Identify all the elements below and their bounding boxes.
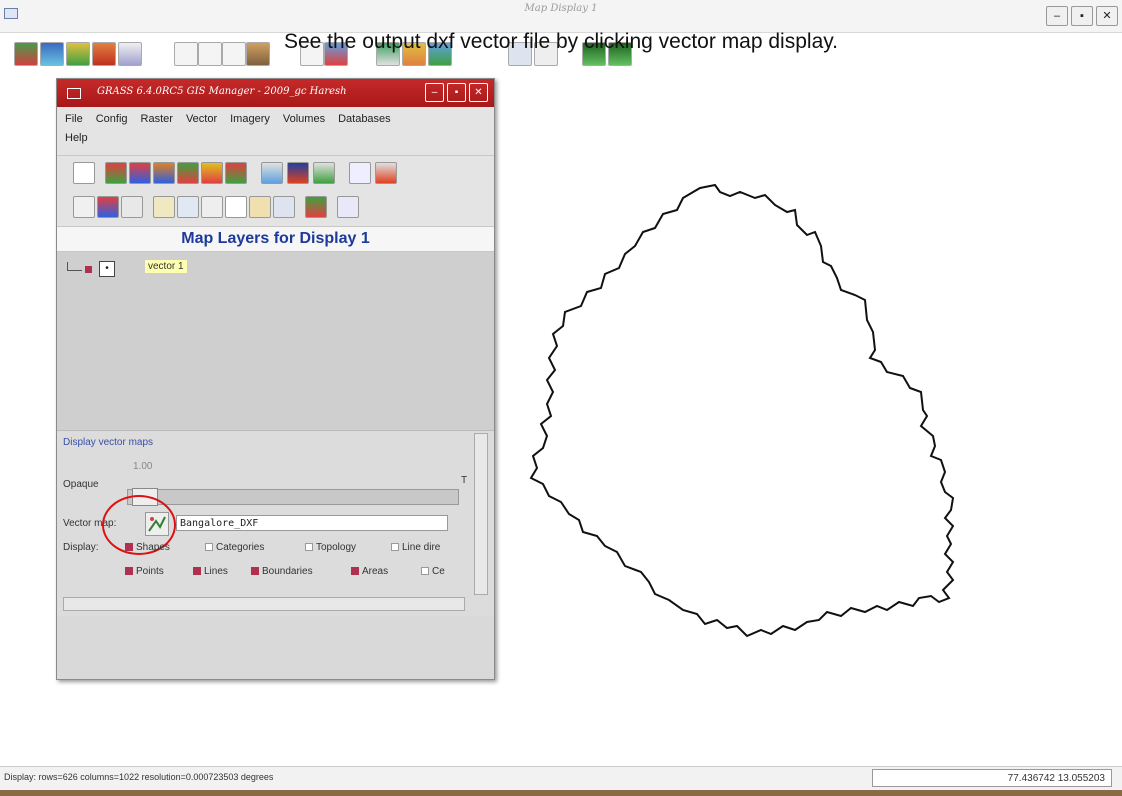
checkbox-shapes[interactable] (125, 543, 133, 552)
gm-close-button[interactable]: ✕ (469, 83, 488, 102)
map-layers-heading: Map Layers for Display 1 (57, 226, 494, 252)
checkbox-boundaries[interactable] (251, 567, 259, 576)
menu-raster[interactable]: Raster (141, 113, 173, 125)
add-histogram-icon[interactable] (153, 162, 175, 184)
open-folder-icon[interactable] (249, 196, 271, 218)
cut-icon[interactable] (201, 196, 223, 218)
line-dir-label: Line dire (402, 542, 441, 553)
copy-icon[interactable] (177, 196, 199, 218)
status-text: Display: rows=626 columns=1022 resolutio… (4, 772, 274, 782)
display-option-categories[interactable]: Categories (205, 542, 264, 553)
checkbox-line-dir[interactable] (391, 543, 399, 552)
gm-maximize-button[interactable]: ▪ (447, 83, 466, 102)
menu-volumes[interactable]: Volumes (283, 113, 325, 125)
opacity-slider[interactable] (127, 488, 459, 506)
layer-visibility-checkbox[interactable] (85, 266, 92, 273)
add-text-icon[interactable] (375, 162, 397, 184)
layer-item-vector-1[interactable]: vector 1 (145, 260, 187, 273)
display-option-topology[interactable]: Topology (305, 542, 356, 553)
add-raster-num-icon[interactable] (201, 162, 223, 184)
display-option-boundaries[interactable]: Boundaries (251, 566, 313, 577)
maximize-button[interactable]: ▪ (1071, 6, 1093, 26)
options-horizontal-scrollbar[interactable] (63, 597, 465, 611)
add-raster-cats-icon[interactable] (177, 162, 199, 184)
edit-icon[interactable] (337, 196, 359, 218)
topology-label: Topology (316, 542, 357, 553)
opaque-label: Opaque (63, 479, 99, 490)
menu-imagery[interactable]: Imagery (230, 113, 270, 125)
minimize-button[interactable]: – (1046, 6, 1068, 26)
checkbox-areas[interactable] (351, 567, 359, 576)
gis-manager-title: GRASS 6.4.0RC5 GIS Manager - 2009_gc Har… (97, 86, 347, 97)
centroids-label: Ce (432, 566, 445, 577)
add-chart-icon[interactable] (313, 162, 335, 184)
menu-databases[interactable]: Databases (338, 113, 391, 125)
transparent-label: T (461, 475, 468, 486)
vector-boundary (529, 183, 955, 638)
add-grid-icon[interactable] (349, 162, 371, 184)
add-vector-layer-icon[interactable] (261, 162, 283, 184)
gis-manager-titlebar: GRASS 6.4.0RC5 GIS Manager - 2009_gc Har… (57, 79, 494, 107)
gm-minimize-button[interactable]: – (425, 83, 444, 102)
window-controls: – ▪ ✕ (1046, 6, 1118, 26)
map-canvas[interactable] (525, 180, 1025, 650)
vector-map-input[interactable]: Bangalore_DXF (176, 515, 448, 531)
menu-config[interactable]: Config (96, 113, 128, 125)
gm-window-menu-icon[interactable] (67, 88, 81, 99)
layer-tree: • vector 1 (57, 252, 494, 430)
lines-label: Lines (204, 566, 228, 577)
checkbox-topology[interactable] (305, 543, 313, 552)
add-legend-icon[interactable] (225, 162, 247, 184)
display-option-lines[interactable]: Lines (193, 566, 228, 577)
gm-menubar: File Config Raster Vector Imagery Volume… (57, 107, 494, 155)
display-label: Display: (63, 542, 99, 553)
menu-help[interactable]: Help (65, 132, 88, 144)
options-vertical-scrollbar[interactable] (474, 433, 488, 595)
save-workspace-icon[interactable] (273, 196, 295, 218)
vector-layer-icon: • (99, 261, 115, 277)
gm-window-controls: – ▪ ✕ (425, 83, 488, 102)
checkbox-categories[interactable] (205, 543, 213, 552)
new-display-icon[interactable] (73, 162, 95, 184)
gm-toolbar (57, 155, 494, 226)
display-option-areas[interactable]: Areas (351, 566, 388, 577)
status-bar: Display: rows=626 columns=1022 resolutio… (0, 766, 1122, 791)
display-option-points[interactable]: Points (125, 566, 164, 577)
display-option-shapes[interactable]: Shapes (125, 542, 170, 553)
taskbar-strip (0, 790, 1122, 796)
gis-manager-window: GRASS 6.4.0RC5 GIS Manager - 2009_gc Har… (56, 78, 495, 680)
options-section-label: Display vector maps (63, 437, 154, 448)
display-option-line-dir[interactable]: Line dire (391, 542, 440, 553)
menu-vector[interactable]: Vector (186, 113, 217, 125)
checkbox-lines[interactable] (193, 567, 201, 576)
points-label: Points (136, 566, 164, 577)
tree-connector (67, 262, 82, 271)
opacity-value: 1.00 (133, 461, 153, 472)
close-button[interactable]: ✕ (1096, 6, 1118, 26)
categories-label: Categories (216, 542, 265, 553)
layer-options-panel: Display vector maps 1.00 Opaque T Vector… (57, 430, 494, 616)
checkbox-points[interactable] (125, 567, 133, 576)
boundaries-label: Boundaries (262, 566, 313, 577)
areas-label: Areas (362, 566, 389, 577)
gear-icon[interactable] (121, 196, 143, 218)
window-title: Map Display 1 (524, 3, 598, 14)
shapes-label: Shapes (136, 542, 170, 553)
add-group-icon[interactable] (153, 196, 175, 218)
tutorial-caption: See the output dxf vector file by clicki… (283, 30, 839, 53)
add-raster-layer-icon[interactable] (105, 162, 127, 184)
add-rgb-icon[interactable] (129, 162, 151, 184)
add-thematic-icon[interactable] (287, 162, 309, 184)
window-titlebar: Map Display 1 – ▪ ✕ (0, 0, 1122, 33)
digitize-icon[interactable] (305, 196, 327, 218)
display-option-centroids[interactable]: Ce (421, 566, 445, 577)
add-grid-layer-icon[interactable] (97, 196, 119, 218)
checkbox-centroids[interactable] (421, 567, 429, 576)
new-workspace-icon[interactable] (225, 196, 247, 218)
coordinates-display: 77.436742 13.055203 (872, 769, 1112, 787)
menu-file[interactable]: File (65, 113, 83, 125)
add-labels-icon[interactable] (73, 196, 95, 218)
